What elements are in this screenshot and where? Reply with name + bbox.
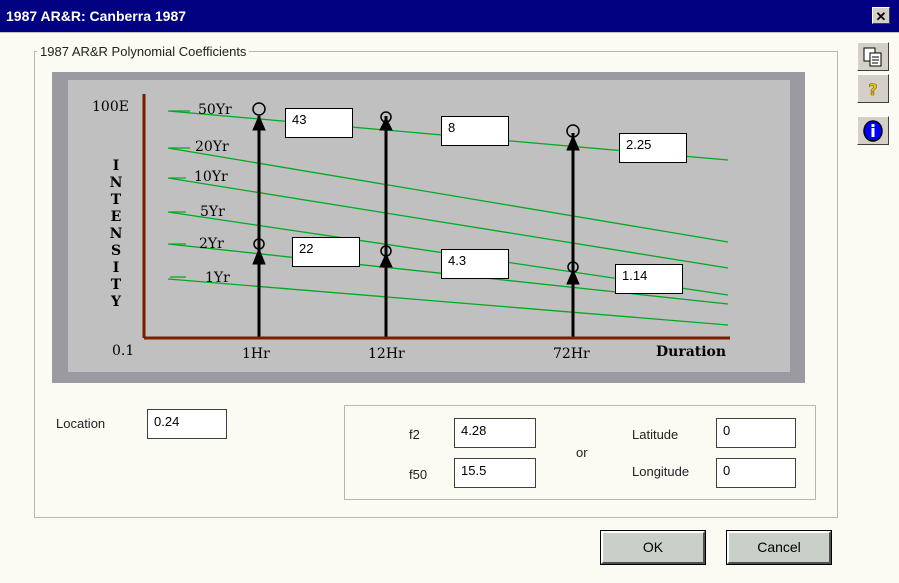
ifd-chart: 100E 0.1 50Yr 20Yr 10Yr 5Yr 2Yr 1Yr 1Hr … bbox=[92, 94, 730, 362]
close-icon: ✕ bbox=[875, 9, 887, 24]
marker-1hr-50 bbox=[252, 102, 266, 131]
rp-label-20: 20Yr bbox=[195, 139, 229, 155]
dur-label-1hr: 1Hr bbox=[242, 346, 270, 362]
location-label: Location bbox=[56, 416, 106, 431]
window-title: 1987 AR&R: Canberra 1987 bbox=[6, 8, 187, 24]
title-bar: 1987 AR&R: Canberra 1987 ✕ bbox=[0, 0, 899, 33]
dur-label-72hr: 72Hr bbox=[553, 346, 590, 362]
y-bottom-label: 0.1 bbox=[112, 343, 134, 359]
f50-field[interactable]: 15.5 bbox=[454, 458, 536, 488]
y-title-char: N bbox=[110, 226, 123, 242]
y-title-char: N bbox=[110, 175, 123, 191]
location-field[interactable]: 0.24 bbox=[147, 409, 227, 439]
close-button[interactable]: ✕ bbox=[872, 7, 890, 24]
rp-label-10: 10Yr bbox=[194, 169, 228, 185]
group-label: 1987 AR&R Polynomial Coefficients bbox=[37, 44, 250, 59]
f50-label: f50 bbox=[409, 467, 428, 482]
x-axis-title: Duration bbox=[656, 344, 726, 360]
y-title-char: T bbox=[111, 277, 122, 293]
svg-text:?: ? bbox=[868, 80, 877, 99]
help-button[interactable]: ? bbox=[857, 74, 889, 103]
value-1hr-50yr: 43 bbox=[285, 108, 353, 138]
y-title-char: I bbox=[113, 158, 120, 174]
value-1hr-2yr: 22 bbox=[292, 237, 360, 267]
rp-label-2: 2Yr bbox=[199, 236, 224, 252]
latitude-field[interactable]: 0 bbox=[716, 418, 796, 448]
copy-button[interactable] bbox=[857, 42, 889, 71]
marker-12hr-50 bbox=[379, 111, 393, 131]
rp-label-50: 50Yr bbox=[198, 102, 232, 118]
ok-button[interactable]: OK bbox=[600, 530, 706, 565]
info-icon bbox=[863, 120, 883, 142]
longitude-label: Longitude bbox=[632, 464, 690, 479]
f2-label: f2 bbox=[409, 427, 420, 442]
rp-label-1: 1Yr bbox=[205, 270, 230, 286]
y-title-char: E bbox=[111, 209, 122, 225]
latitude-label: Latitude bbox=[632, 427, 679, 442]
copy-icon bbox=[863, 47, 882, 67]
y-title-char: T bbox=[111, 192, 122, 208]
longitude-field[interactable]: 0 bbox=[716, 458, 796, 488]
cancel-button[interactable]: Cancel bbox=[726, 530, 832, 565]
y-top-label: 100E bbox=[92, 99, 129, 115]
value-72hr-2yr: 1.14 bbox=[615, 264, 683, 294]
y-title-char: I bbox=[113, 260, 120, 276]
value-72hr-50yr: 2.25 bbox=[619, 133, 687, 163]
y-title-char: S bbox=[111, 243, 121, 259]
value-12hr-50yr: 8 bbox=[441, 116, 509, 146]
info-button[interactable] bbox=[857, 116, 889, 145]
marker-72hr-50 bbox=[566, 124, 580, 151]
value-12hr-2yr: 4.3 bbox=[441, 249, 509, 279]
dur-label-12hr: 12Hr bbox=[368, 346, 405, 362]
or-label: or bbox=[576, 445, 588, 460]
f2-field[interactable]: 4.28 bbox=[454, 418, 536, 448]
y-title-char: Y bbox=[110, 294, 122, 310]
rp-label-5: 5Yr bbox=[200, 204, 225, 220]
help-icon: ? bbox=[868, 80, 878, 100]
